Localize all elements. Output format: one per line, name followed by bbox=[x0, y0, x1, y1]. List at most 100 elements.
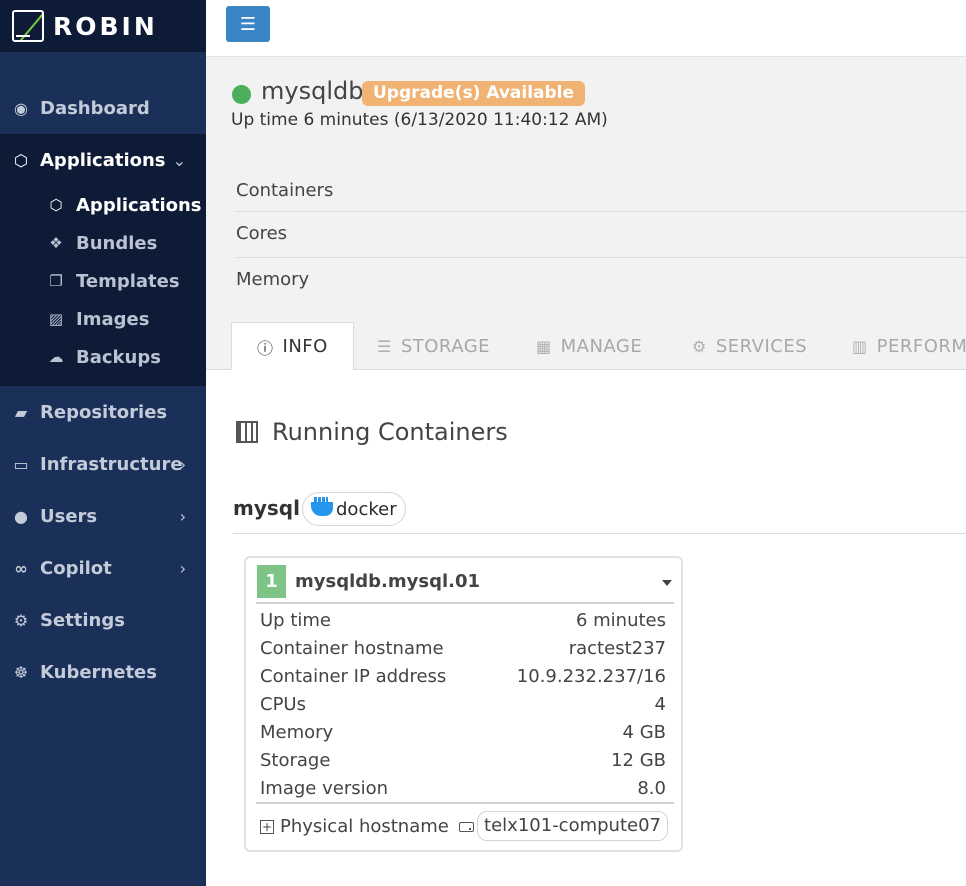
sidebar-item-applications[interactable]: ⬡ Applications ⌄ bbox=[0, 134, 206, 186]
detail-value: 10.9.232.237/16 bbox=[516, 666, 666, 687]
tab-services[interactable]: ⚙ SERVICES bbox=[692, 322, 807, 370]
section-title-text: Running Containers bbox=[272, 418, 508, 446]
detail-value: 6 minutes bbox=[575, 610, 666, 631]
sidebar-item-label: Dashboard bbox=[40, 97, 150, 119]
hamburger-icon: ☰ bbox=[239, 13, 257, 35]
sidebar-item-label: Infrastructure bbox=[40, 453, 183, 475]
detail-key: Container hostname bbox=[260, 638, 444, 659]
folder-icon: ▰ bbox=[14, 402, 28, 422]
top-bar: ☰ bbox=[206, 0, 966, 57]
copy-icon: ❐ bbox=[49, 272, 63, 290]
physical-host-row: + Physical hostname telx101-compute07 bbox=[256, 802, 674, 846]
sidebar-item-repositories[interactable]: ▰ Repositories bbox=[0, 386, 206, 438]
detail-key: Container IP address bbox=[260, 666, 447, 687]
app-uptime: Up time 6 minutes (6/13/2020 11:40:12 AM… bbox=[231, 110, 608, 130]
chevron-right-icon: › bbox=[179, 454, 186, 474]
applications-group: ⬡ Applications ⌄ ⬡ Applications ❖ Bundle… bbox=[0, 134, 206, 386]
physical-host-toggle[interactable]: + Physical hostname bbox=[260, 816, 474, 837]
sidebar-item-dashboard[interactable]: ◉ Dashboard bbox=[0, 82, 206, 134]
dashboard-icon: ◉ bbox=[14, 98, 28, 118]
detail-key: Image version bbox=[260, 778, 389, 799]
container-name: mysqldb.mysql.01 bbox=[295, 571, 481, 592]
section-title: Running Containers bbox=[236, 418, 508, 446]
brand-logo[interactable]: ROBIN bbox=[0, 0, 206, 52]
chevron-right-icon: › bbox=[179, 558, 186, 578]
bar-chart-icon: ▥ bbox=[852, 336, 868, 356]
container-card: 1 mysqldb.mysql.01 Up time 6 minutes Con… bbox=[244, 556, 683, 852]
robin-logo-icon bbox=[12, 10, 44, 42]
container-detail-row: Memory 4 GB bbox=[260, 720, 666, 748]
service-name: mysql bbox=[233, 496, 300, 520]
upgrade-badge[interactable]: Upgrade(s) Available bbox=[362, 81, 586, 106]
detail-key: Up time bbox=[260, 610, 331, 631]
sidebar-subitem-label: Images bbox=[76, 308, 150, 330]
tab-info[interactable]: ⓘ INFO bbox=[231, 322, 354, 371]
tab-storage[interactable]: ☰ STORAGE bbox=[377, 322, 490, 370]
summary-label: Cores bbox=[236, 223, 288, 244]
sidebar-subitem-images[interactable]: ▨ Images bbox=[0, 300, 206, 338]
tab-label: MANAGE bbox=[560, 335, 643, 357]
sidebar-subitem-label: Bundles bbox=[76, 232, 158, 254]
container-detail-row: Image version 8.0 bbox=[260, 776, 666, 804]
sidebar-subitem-templates[interactable]: ❐ Templates bbox=[0, 262, 206, 300]
status-indicator bbox=[232, 85, 251, 104]
tab-performance[interactable]: ▥ PERFORM bbox=[852, 322, 966, 370]
detail-value: 4 GB bbox=[622, 722, 666, 743]
binoculars-icon: ∞ bbox=[14, 558, 28, 578]
image-file-icon: ▨ bbox=[48, 310, 64, 328]
sidebar-item-label: Copilot bbox=[40, 557, 112, 579]
detail-value: 4 bbox=[654, 694, 666, 715]
sidebar-item-settings[interactable]: ⚙ Settings bbox=[0, 594, 206, 646]
hdd-icon bbox=[458, 821, 474, 832]
cubes-icon: ❖ bbox=[49, 234, 63, 252]
detail-key: CPUs bbox=[260, 694, 306, 715]
caret-down-icon[interactable] bbox=[662, 580, 672, 586]
summary-row-cores: Cores bbox=[236, 217, 966, 258]
hdd-icon: ▭ bbox=[13, 454, 29, 474]
sidebar: ROBIN ◉ Dashboard ⬡ Applications ⌄ ⬡ App… bbox=[0, 0, 206, 886]
sidebar-item-users[interactable]: ● Users › bbox=[0, 490, 206, 542]
sidebar-subitem-backups[interactable]: ☁ Backups bbox=[0, 338, 206, 376]
info-circle-icon: ⓘ bbox=[257, 338, 274, 358]
sidebar-subitem-bundles[interactable]: ❖ Bundles bbox=[0, 224, 206, 262]
summary-row-containers: Containers bbox=[236, 172, 966, 212]
engine-label: docker bbox=[336, 498, 397, 520]
docker-badge: docker bbox=[302, 492, 406, 526]
app-header: mysqldb Upgrade(s) Available Up time 6 m… bbox=[206, 57, 966, 371]
container-detail-row: Storage 12 GB bbox=[260, 748, 666, 776]
physical-host-value[interactable]: telx101-compute07 bbox=[477, 811, 668, 841]
container-index-badge: 1 bbox=[257, 565, 286, 598]
detail-value: 8.0 bbox=[637, 778, 666, 799]
gears-icon: ⚙ bbox=[13, 610, 29, 630]
database-icon: ☰ bbox=[377, 336, 392, 356]
detail-value: 12 GB bbox=[611, 750, 666, 771]
tab-label: INFO bbox=[282, 336, 328, 357]
sidebar-item-label: Settings bbox=[40, 609, 125, 631]
sidebar-item-kubernetes[interactable]: ☸ Kubernetes bbox=[0, 646, 206, 698]
sidebar-item-infrastructure[interactable]: ▭ Infrastructure › bbox=[0, 438, 206, 490]
app-name: mysqldb bbox=[261, 77, 364, 105]
container-card-header[interactable]: 1 mysqldb.mysql.01 bbox=[256, 562, 674, 604]
expand-plus-icon: + bbox=[260, 819, 274, 834]
sidebar-subitem-applications[interactable]: ⬡ Applications bbox=[0, 186, 206, 224]
sidebar-subitem-label: Backups bbox=[76, 346, 161, 368]
calendar-icon: ▦ bbox=[536, 336, 552, 356]
tab-manage[interactable]: ▦ MANAGE bbox=[536, 322, 642, 370]
sidebar-item-label: Applications bbox=[40, 149, 166, 171]
tab-bar: ⓘ INFO ☰ STORAGE ▦ MANAGE ⚙ SERVICES ▥ P… bbox=[206, 322, 966, 371]
sidebar-item-copilot[interactable]: ∞ Copilot › bbox=[0, 542, 206, 594]
physical-host-label: Physical hostname bbox=[280, 816, 449, 837]
detail-value: ractest237 bbox=[568, 638, 666, 659]
info-panel: Running Containers mysql docker 1 mysqld… bbox=[206, 370, 966, 886]
detail-key: Storage bbox=[260, 750, 331, 771]
helm-icon: ☸ bbox=[13, 662, 29, 682]
chevron-right-icon: › bbox=[179, 506, 186, 526]
summary-label: Memory bbox=[236, 269, 310, 290]
detail-key: Memory bbox=[260, 722, 334, 743]
summary-label: Containers bbox=[236, 180, 334, 201]
container-detail-row: Container hostname ractest237 bbox=[260, 636, 666, 664]
menu-toggle-button[interactable]: ☰ bbox=[226, 6, 270, 42]
docker-icon bbox=[311, 497, 333, 516]
sidebar-item-label: Repositories bbox=[40, 401, 168, 423]
gears-icon: ⚙ bbox=[692, 336, 707, 356]
